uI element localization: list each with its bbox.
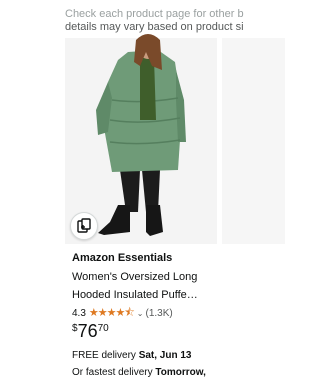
fastest-delivery-date: Tomorrow, [155,367,206,378]
fastest-delivery-prefix: Or fastest delivery [72,367,156,378]
delivery-info: FREE delivery Sat, Jun 13 [72,350,192,361]
rating-dropdown-icon[interactable]: ⌄ [137,309,144,318]
price-symbol: $ [72,323,78,334]
price-whole: 76 [77,321,98,341]
delivery-date: Sat, Jun 13 [138,350,192,361]
price-fraction: 70 [97,323,109,334]
delivery-prefix: FREE delivery [72,350,139,361]
add-to-card-icon[interactable] [70,212,98,240]
rating-count: (1.3K) [145,308,173,319]
product-brand: Amazon Essentials [72,252,173,264]
rating-value: 4.3 [72,308,86,319]
product-title-link[interactable]: Women's Oversized Long Hooded Insulated … [72,268,220,304]
fastest-delivery-info: Or fastest delivery Tomorrow, [72,367,206,378]
product-price: $7670 [72,321,109,342]
product-image[interactable] [0,0,285,250]
